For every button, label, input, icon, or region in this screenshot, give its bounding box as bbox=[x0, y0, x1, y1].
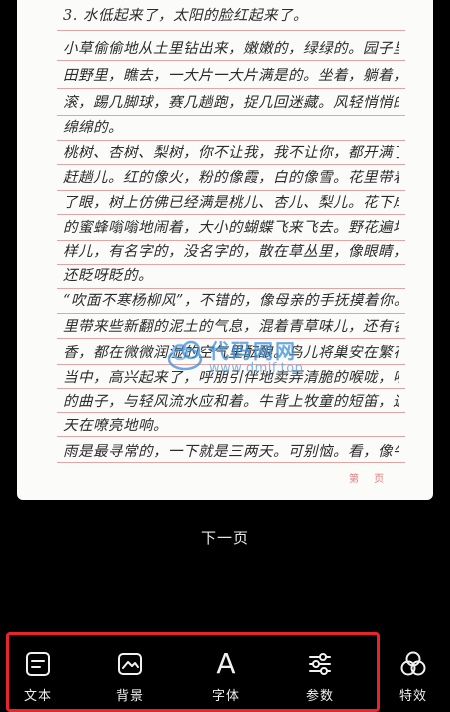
ruled-line bbox=[57, 88, 405, 89]
text-box-icon bbox=[26, 652, 50, 676]
ruled-line bbox=[57, 164, 405, 165]
ruled-line bbox=[57, 30, 405, 31]
ruled-line bbox=[57, 436, 405, 437]
doc-line: 的蜜蜂嗡嗡地闹着，大小的蝴蝶飞来飞去。野花遍地是：杂 bbox=[63, 220, 399, 236]
doc-line: 了眼，树上仿佛已经满是桃儿、杏儿、梨儿。花下成千成百 bbox=[63, 195, 399, 211]
document-preview: 3. 水低起来了，太阳的脸红起来了。 小草偷偷地从土里钻出来，嫩嫩的，绿绿的。园… bbox=[17, 0, 433, 500]
background-tool-button[interactable]: 背景 bbox=[100, 650, 160, 710]
doc-line: 香，都在微微润湿的空气里酝酿。鸟儿将巢安在繁花嫩叶 bbox=[63, 345, 399, 361]
ruled-line bbox=[57, 388, 405, 389]
doc-line: 绵绵的。 bbox=[63, 120, 123, 136]
doc-line: 的曲子，与轻风流水应和着。牛背上牧童的短笛，这时候也成 bbox=[63, 394, 399, 410]
font-tool-label: 字体 bbox=[211, 689, 240, 704]
doc-line: 滚，踢几脚球，赛几趟跑，捉几回迷藏。风轻悄悄的，草软 bbox=[63, 95, 399, 111]
doc-line: 样儿，有名字的，没名字的，散在草丛里，像眼睛，像星星， bbox=[63, 244, 399, 260]
text-tool-label: 文本 bbox=[23, 689, 52, 704]
ruled-line bbox=[57, 240, 405, 241]
ruled-line bbox=[57, 338, 405, 339]
effects-tool-label: 特效 bbox=[398, 689, 427, 704]
effects-tool-button[interactable]: 特效 bbox=[383, 650, 443, 710]
next-page-button[interactable]: 下一页 bbox=[0, 527, 450, 548]
font-tool-button[interactable]: A 字体 bbox=[196, 650, 256, 710]
ruled-line bbox=[57, 264, 405, 265]
doc-line: 天在嘹亮地响。 bbox=[63, 418, 168, 434]
three-circles-icon bbox=[400, 651, 426, 676]
doc-line: 田野里，瞧去，一大片一大片满是的。坐着，躺着，打两个 bbox=[63, 68, 399, 84]
font-letter-a-icon: A bbox=[216, 647, 236, 680]
ruled-line bbox=[57, 190, 405, 191]
ruled-line bbox=[57, 364, 405, 365]
doc-line: 雨是最寻常的，一下就是三两天。可别恼。看，像牛毛， bbox=[63, 444, 399, 460]
ruled-line bbox=[57, 214, 405, 215]
ruled-line bbox=[57, 313, 405, 314]
bottom-toolbar: 文本 背景 A 字体 参数 特效 bbox=[0, 620, 450, 712]
params-tool-label: 参数 bbox=[305, 689, 334, 704]
doc-line: 赶趟儿。红的像火，粉的像霞，白的像雪。花里带着甜味儿；闭 bbox=[63, 170, 399, 186]
page-marker: 第 页 bbox=[349, 474, 391, 485]
doc-line: 还眨呀眨的。 bbox=[63, 268, 153, 284]
ruled-line bbox=[57, 288, 405, 289]
doc-line: 里带来些新翻的泥土的气息，混着青草味儿，还有各种花的 bbox=[63, 319, 399, 335]
doc-line: 3. 水低起来了，太阳的脸红起来了。 bbox=[63, 8, 308, 24]
image-landscape-icon bbox=[118, 653, 142, 675]
background-tool-label: 背景 bbox=[115, 689, 144, 704]
doc-line: 桃树、杏树、梨树，你不让我，我不让你，都开满了花 bbox=[63, 145, 399, 161]
ruled-line bbox=[57, 462, 405, 463]
params-tool-button[interactable]: 参数 bbox=[290, 650, 350, 710]
doc-line: “吹面不寒杨柳风”，不错的，像母亲的手抚摸着你。风 bbox=[63, 293, 399, 309]
doc-line: 小草偷偷地从土里钻出来，嫩嫩的，绿绿的。园子里， bbox=[63, 41, 399, 57]
sliders-icon bbox=[309, 653, 331, 675]
ruled-line bbox=[57, 412, 405, 413]
doc-line: 当中，高兴起来了，呼朋引伴地卖弄清脆的喉咙，唱出宛转 bbox=[63, 370, 399, 386]
ruled-line bbox=[57, 115, 405, 116]
ruled-line bbox=[57, 60, 405, 61]
ruled-line bbox=[57, 140, 405, 141]
text-tool-button[interactable]: 文本 bbox=[8, 650, 68, 710]
